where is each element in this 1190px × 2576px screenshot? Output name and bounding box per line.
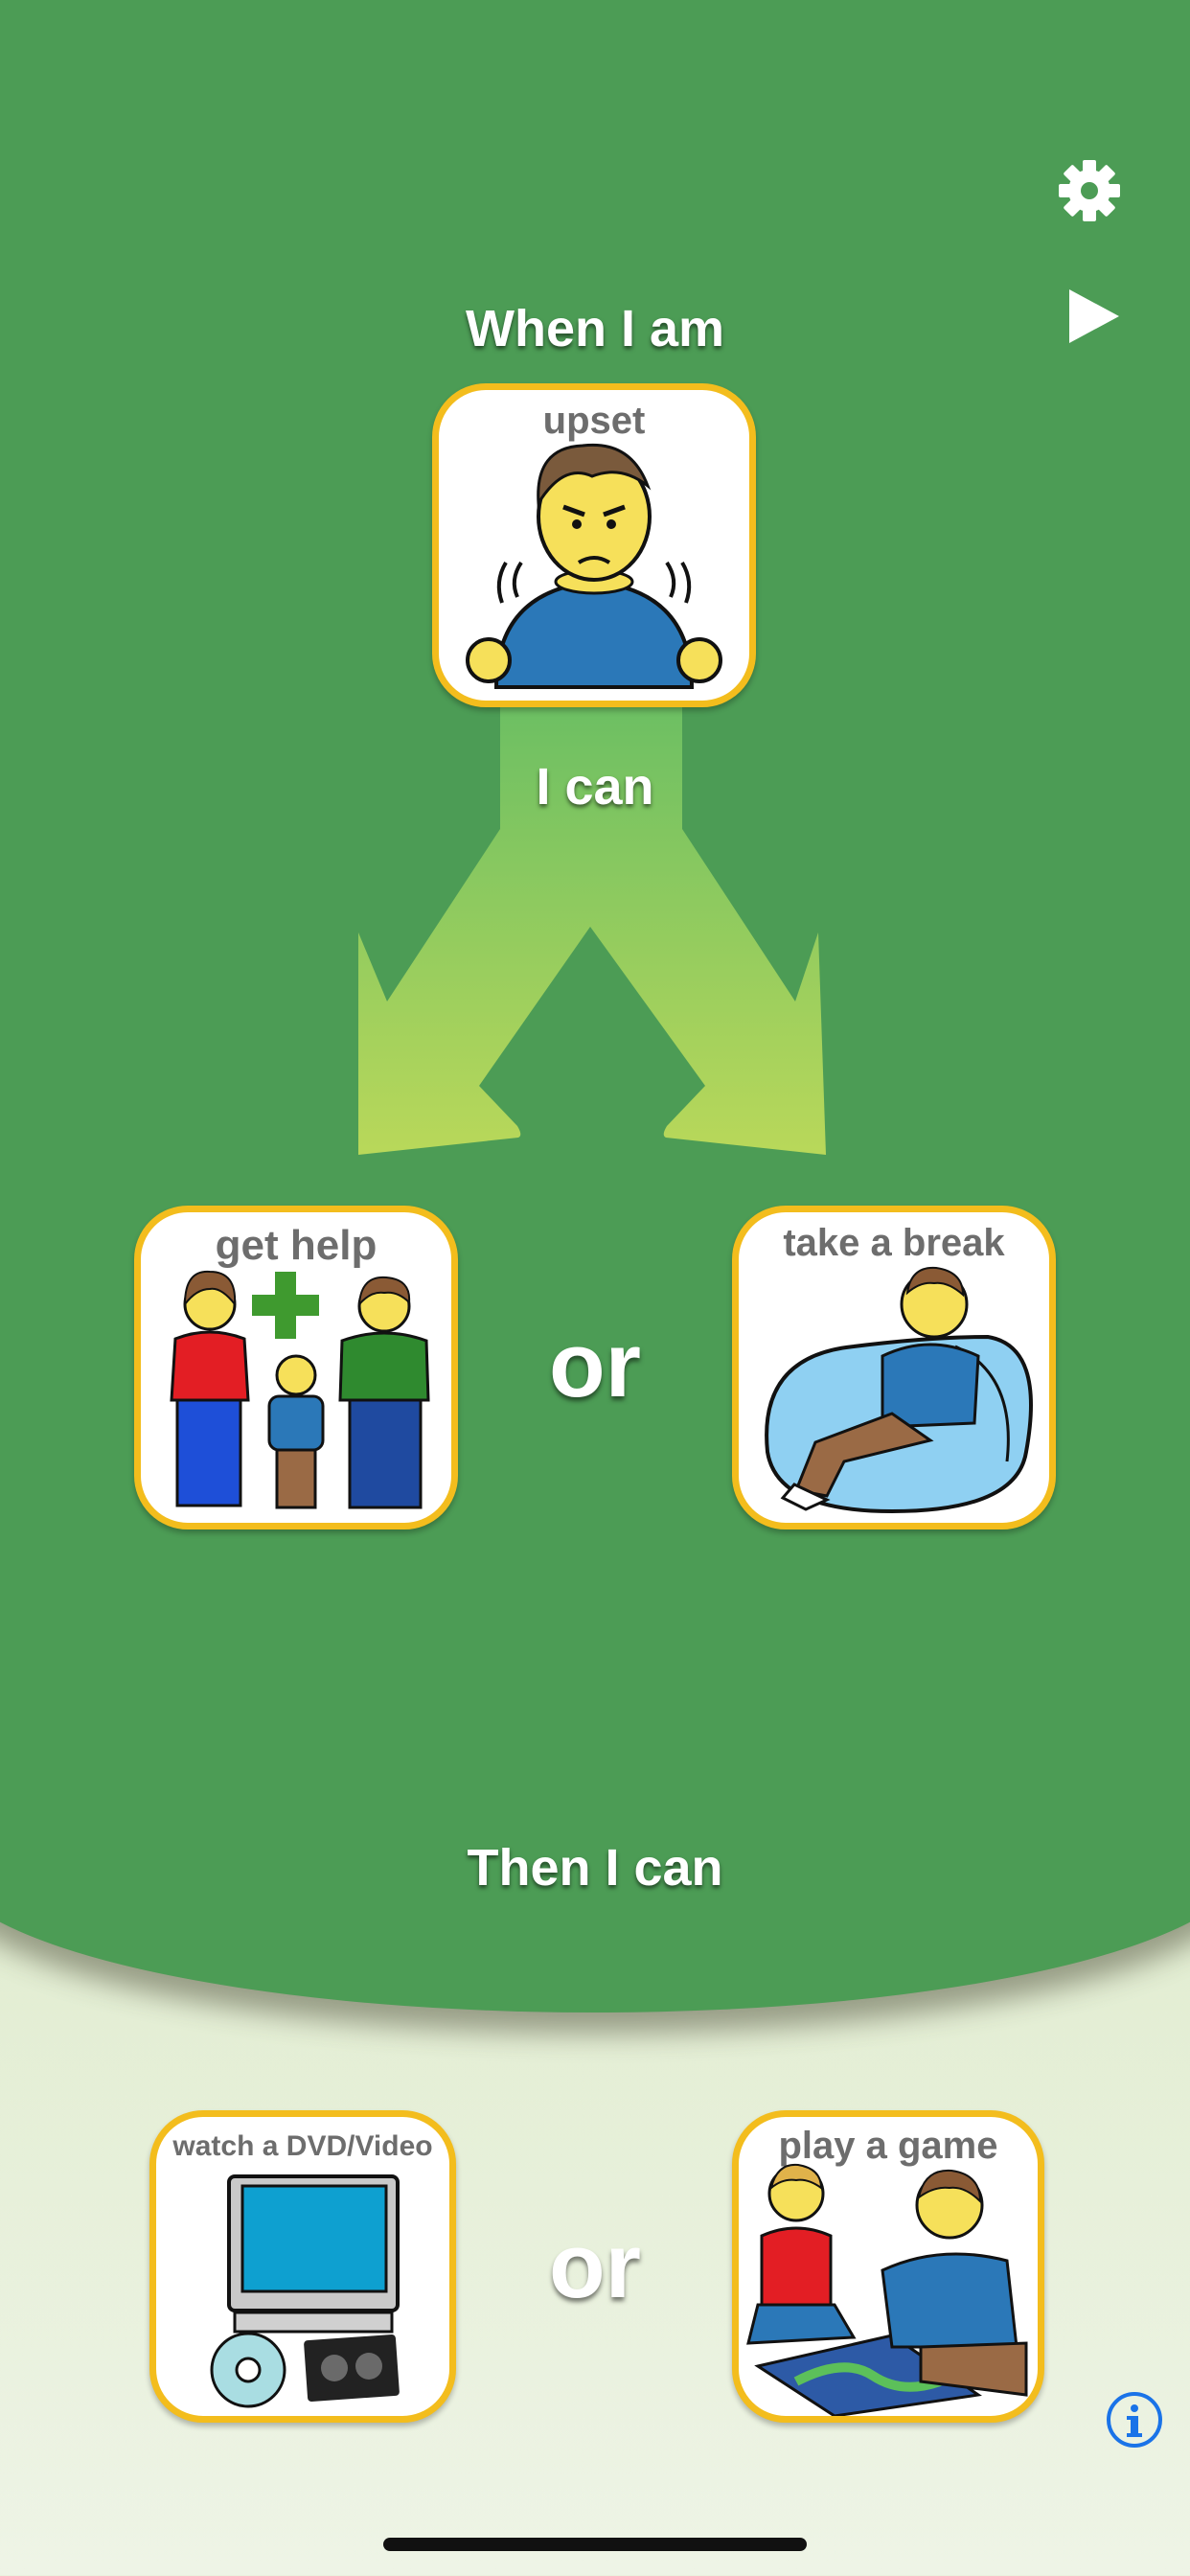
then-i-can-label: Then I can — [467, 1839, 723, 1897]
choice-card-get-help[interactable]: get help — [134, 1206, 458, 1530]
get-help-illustration — [170, 1270, 430, 1509]
take-a-break-illustration — [765, 1266, 1033, 1514]
upset-person-illustration — [466, 443, 722, 689]
home-indicator[interactable] — [383, 2538, 807, 2551]
info-icon — [1107, 2392, 1162, 2448]
choice-card-take-a-break[interactable]: take a break — [732, 1206, 1056, 1530]
gear-icon — [1059, 160, 1120, 221]
reward-card-play-a-game[interactable]: play a game — [732, 2110, 1044, 2423]
play-a-game-illustration — [746, 2163, 1028, 2416]
watch-dvd-illustration — [210, 2174, 400, 2408]
or-label-rewards: or — [549, 2215, 641, 2317]
i-can-label: I can — [536, 758, 654, 816]
when-i-am-label: When I am — [465, 300, 725, 357]
feeling-card-upset[interactable]: upset — [432, 383, 756, 707]
info-button[interactable] — [1106, 2391, 1163, 2449]
or-label-choices: or — [549, 1314, 641, 1416]
settings-button[interactable] — [1054, 155, 1125, 226]
reward-card-watch-dvd[interactable]: watch a DVD/Video — [149, 2110, 456, 2423]
